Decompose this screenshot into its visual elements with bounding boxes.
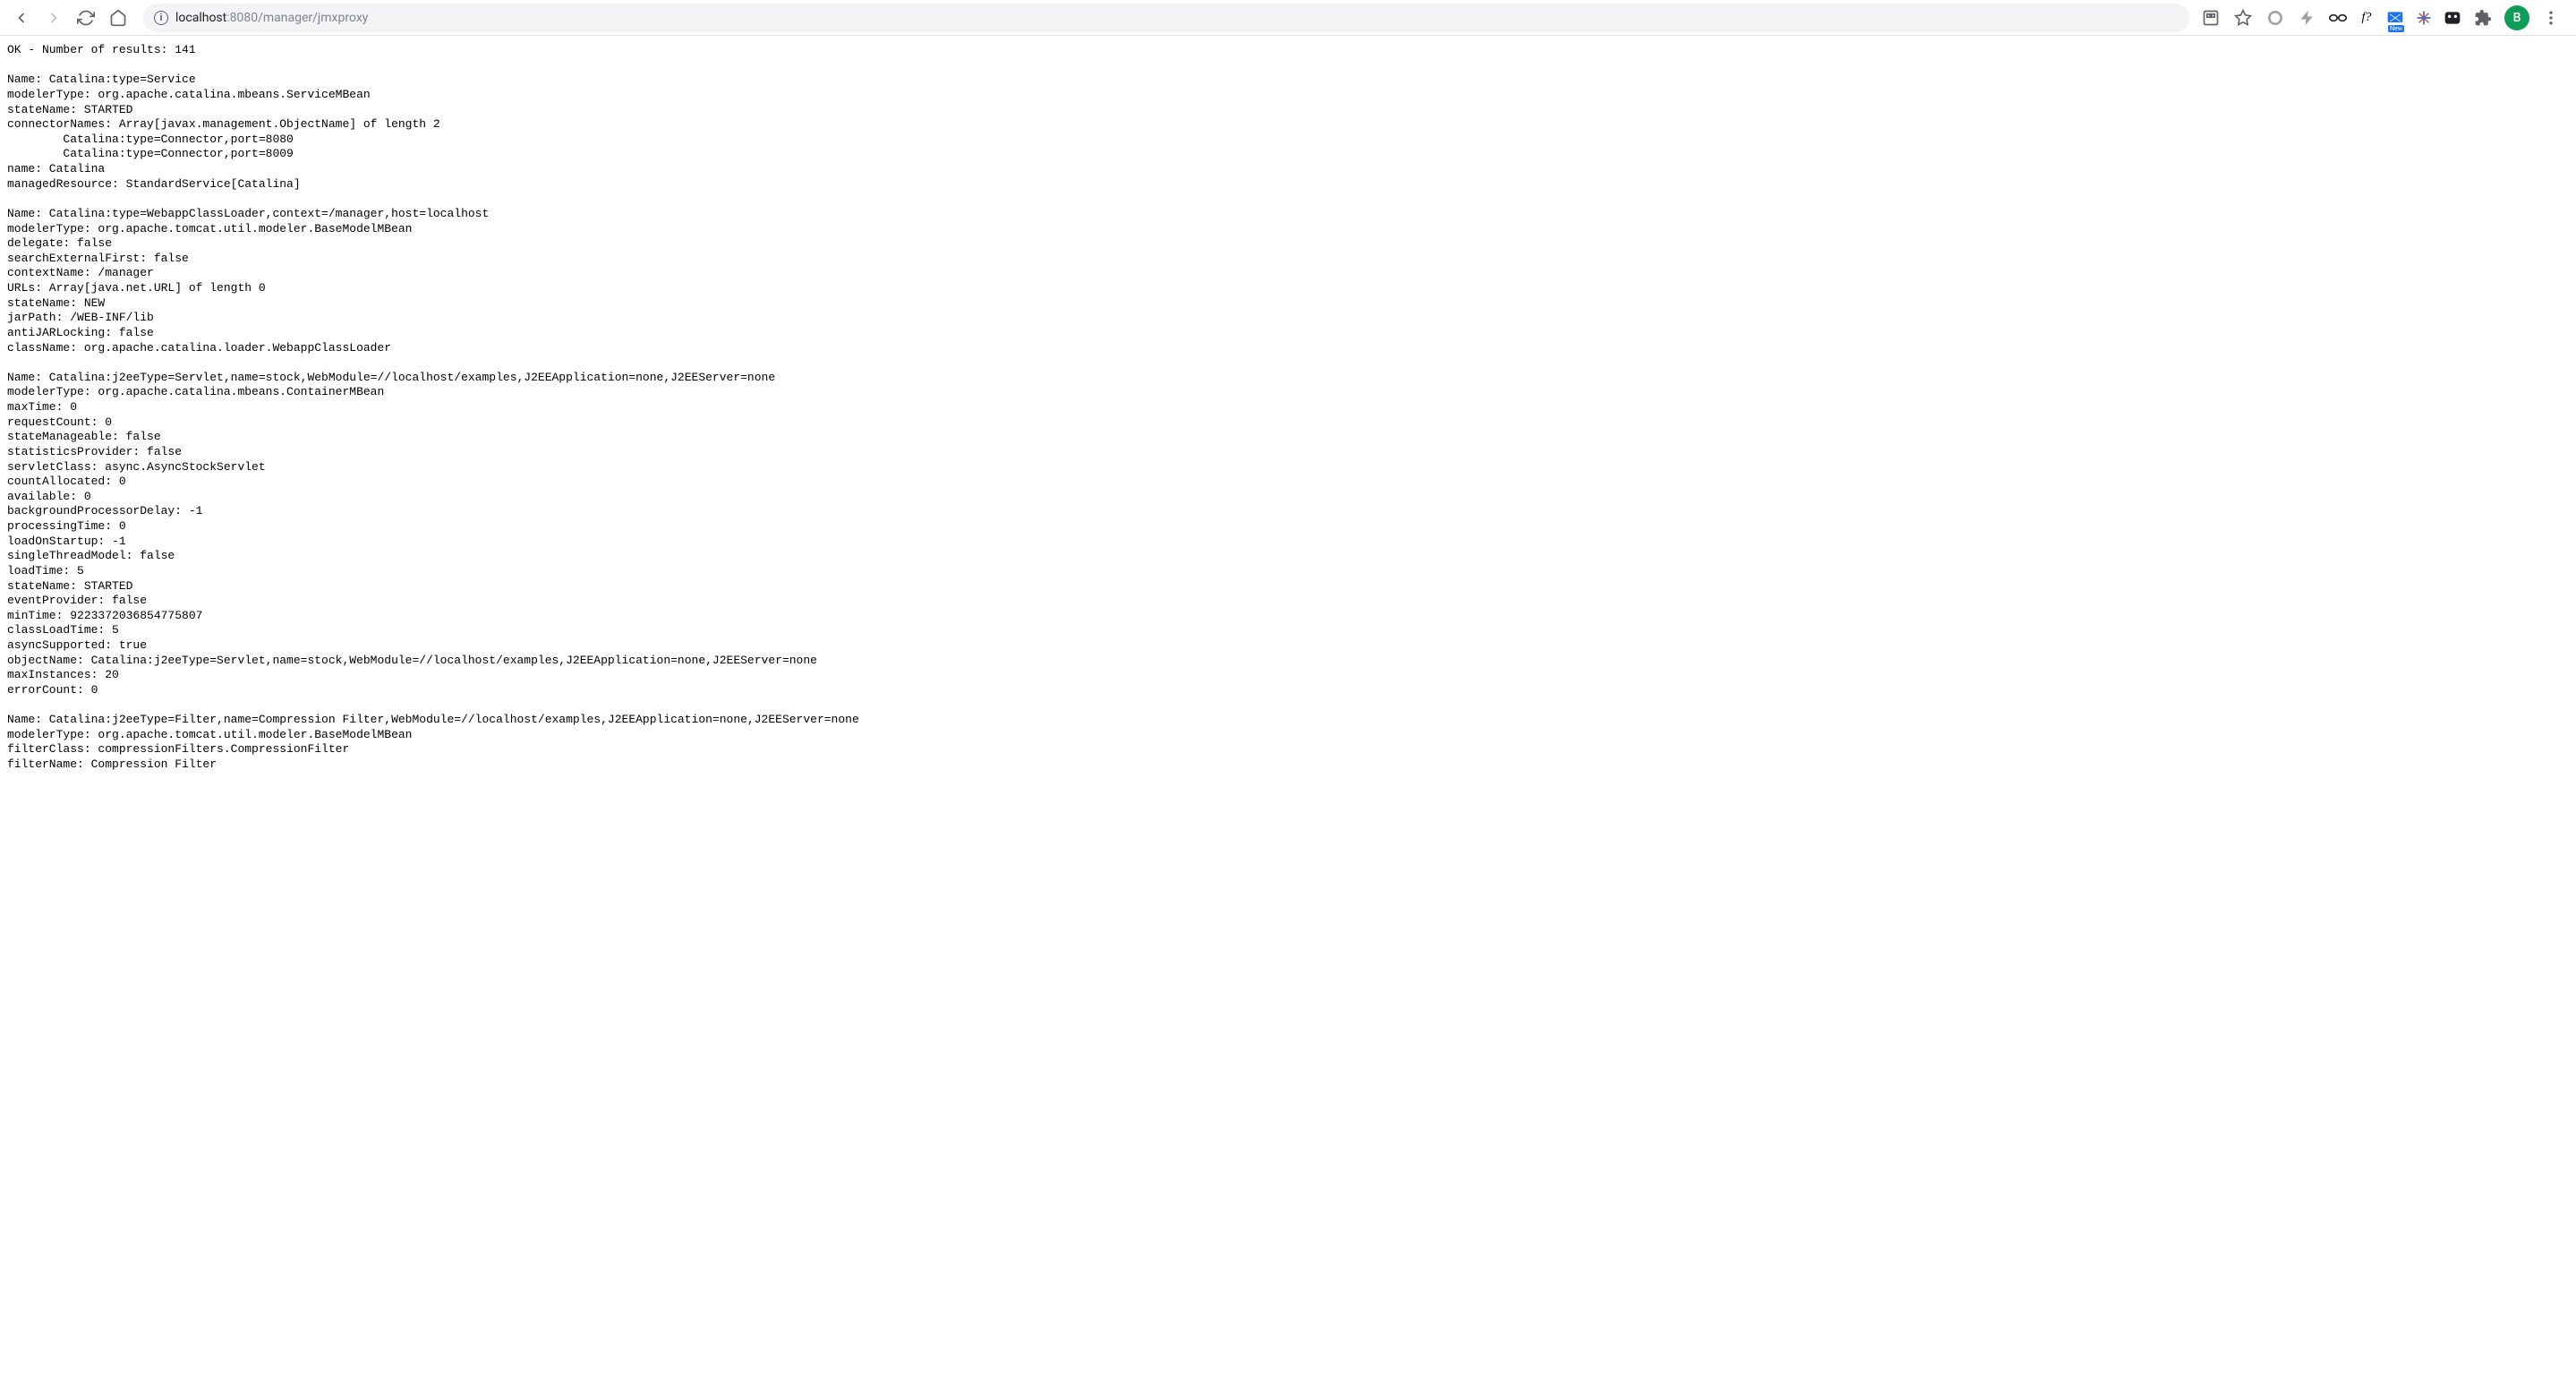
bookmark-icon[interactable] xyxy=(2232,7,2254,29)
browser-toolbar: i localhost:8080/manager/jmxproxy f? New xyxy=(0,0,2576,36)
toolbar-icons: f? New B xyxy=(2200,5,2569,30)
asterisk-extension-icon[interactable] xyxy=(2415,9,2433,27)
site-info-icon[interactable]: i xyxy=(154,11,168,25)
new-label: New xyxy=(2388,25,2404,32)
glasses-extension-icon[interactable] xyxy=(2329,9,2347,27)
function-extension-icon[interactable]: f? xyxy=(2358,9,2376,27)
profile-avatar[interactable]: B xyxy=(2504,5,2529,30)
screenshot-extension-icon[interactable]: New xyxy=(2386,9,2404,27)
url-text: localhost:8080/manager/jmxproxy xyxy=(175,11,368,25)
address-bar[interactable]: i localhost:8080/manager/jmxproxy xyxy=(143,4,2189,32)
extensions-icon[interactable] xyxy=(2472,7,2494,29)
install-app-icon[interactable] xyxy=(2200,7,2222,29)
dark-extension-icon[interactable] xyxy=(2444,9,2461,27)
back-button[interactable] xyxy=(7,4,36,32)
bolt-extension-icon[interactable] xyxy=(2297,7,2318,29)
menu-icon[interactable] xyxy=(2540,7,2562,29)
forward-button[interactable] xyxy=(39,4,68,32)
url-host: localhost xyxy=(175,11,226,25)
reload-button[interactable] xyxy=(72,4,100,32)
url-path: :8080/manager/jmxproxy xyxy=(226,11,368,25)
page-content: OK - Number of results: 141 Name: Catali… xyxy=(0,36,2576,780)
circle-extension-icon[interactable] xyxy=(2265,7,2286,29)
home-button[interactable] xyxy=(104,4,132,32)
